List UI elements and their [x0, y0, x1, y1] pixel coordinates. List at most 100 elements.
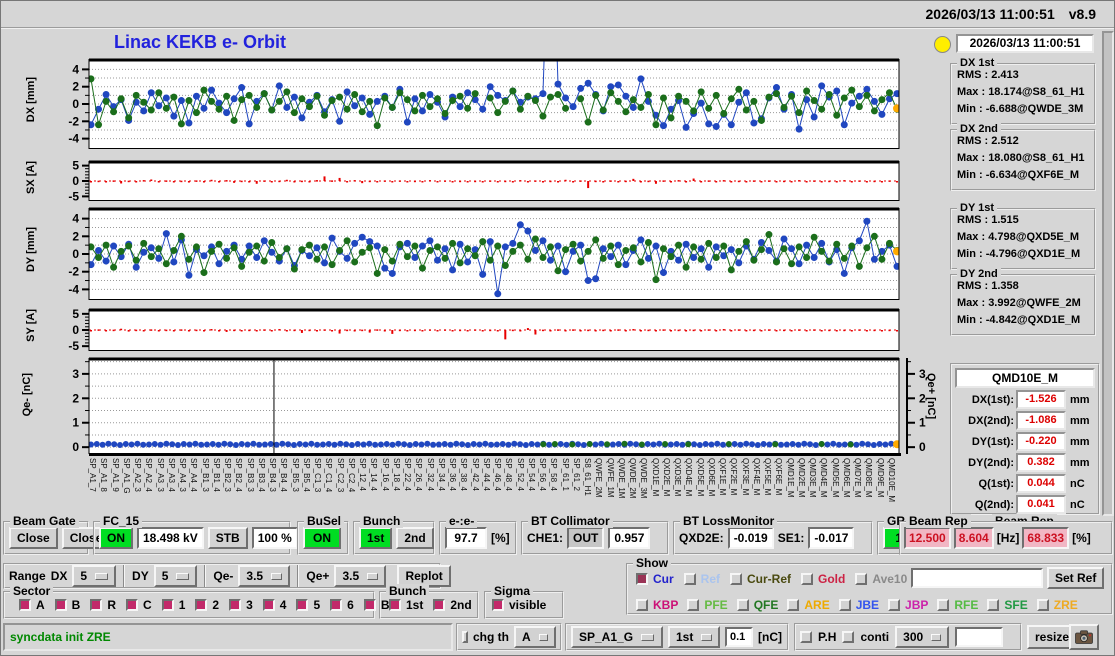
- reference-entry[interactable]: [911, 568, 1043, 588]
- bpm-label-S8_61_H1: S8_61_H1: [583, 458, 592, 496]
- show-label-Cur: Cur: [653, 572, 674, 586]
- show-item-Cur[interactable]: Cur: [636, 572, 674, 586]
- range-dx-dropdown[interactable]: 5: [72, 565, 117, 587]
- show-checkbox-Cur[interactable]: [636, 573, 648, 585]
- vertical-scrollbar[interactable]: [1102, 31, 1114, 516]
- sigma-label-visible: visible: [509, 598, 547, 612]
- set-ref-button[interactable]: Set Ref: [1047, 567, 1105, 589]
- selected-monitor-name[interactable]: QMD10E_M: [955, 368, 1095, 388]
- sigma-item-visible[interactable]: visible: [492, 598, 546, 612]
- show-checkbox-PFE[interactable]: [687, 599, 700, 611]
- bpm-label-QWFE_2M: QWFE_2M: [594, 458, 604, 498]
- bunch-dropdown[interactable]: 1st: [668, 626, 720, 648]
- busel-on-button[interactable]: ON: [303, 527, 341, 549]
- sector-checkbox-R[interactable]: [90, 599, 103, 611]
- bpm-label-QXD5E_M: QXD5E_M: [695, 458, 705, 497]
- rms-label: RMS :: [957, 214, 989, 226]
- bpm-label-SP_A2_3: SP_A2_3: [133, 458, 142, 492]
- show-row-2: KBP PFE QFE ARE JBE JBP RFE SFE ZRE: [628, 589, 1111, 615]
- show-checkbox-QFE[interactable]: [736, 599, 749, 611]
- sector-item-R[interactable]: R: [90, 598, 116, 612]
- conti-checkbox[interactable]: [842, 631, 855, 643]
- show-label-Gold: Gold: [818, 572, 846, 586]
- mode-dropdown[interactable]: A: [514, 626, 556, 648]
- show-item-Cur-Ref[interactable]: Cur-Ref: [730, 572, 791, 586]
- show-checkbox-Ref[interactable]: [683, 573, 696, 585]
- show-item-SFE[interactable]: SFE: [987, 598, 1028, 612]
- show-item-Ref[interactable]: Ref: [683, 572, 720, 586]
- che1-state-display: OUT: [567, 527, 605, 549]
- show-item-Gold[interactable]: Gold: [801, 572, 845, 586]
- sector-item-B[interactable]: B: [54, 598, 80, 612]
- range-qem-dropdown[interactable]: 3.5: [238, 565, 291, 587]
- ph-checkbox[interactable]: [800, 631, 812, 643]
- separator: [123, 565, 126, 587]
- sector-checkbox-B[interactable]: [54, 599, 67, 611]
- show-checkbox-RFE[interactable]: [937, 599, 950, 611]
- aux-entry[interactable]: [955, 627, 1004, 647]
- bunch-item-2nd[interactable]: 2nd: [433, 598, 472, 612]
- bunch-1st-button[interactable]: 1st: [359, 527, 393, 549]
- sector-item-3[interactable]: 3: [229, 598, 253, 612]
- sector-checkbox-6[interactable]: [330, 599, 343, 611]
- range-qep-dropdown[interactable]: 3.5: [334, 565, 387, 587]
- range-dy-dropdown[interactable]: 5: [153, 565, 198, 587]
- monitor-dropdown[interactable]: SP_A1_G: [571, 626, 663, 648]
- show-checkbox-Cur-Ref[interactable]: [730, 573, 743, 585]
- sector-checkbox-BT[interactable]: [363, 599, 376, 611]
- screenshot-button[interactable]: [1069, 624, 1099, 650]
- range-qem-label: Qe-: [213, 569, 234, 583]
- show-item-Ave10[interactable]: Ave10: [855, 572, 907, 586]
- sector-item-C[interactable]: C: [126, 598, 152, 612]
- bpm-label-QXD2E_M: QXD2E_M: [661, 458, 671, 497]
- threshold-entry[interactable]: 0.1: [725, 627, 753, 647]
- show-checkbox-JBP[interactable]: [888, 599, 901, 611]
- sector-checkbox-3[interactable]: [229, 599, 242, 611]
- bunch-checkbox-1st[interactable]: [389, 599, 401, 611]
- sector-checkbox-A[interactable]: [19, 599, 31, 611]
- fc15-on-button[interactable]: ON: [99, 527, 133, 549]
- points-dropdown[interactable]: 300: [895, 626, 950, 648]
- show-checkbox-SFE[interactable]: [987, 599, 1000, 611]
- show-item-QFE[interactable]: QFE: [736, 598, 778, 612]
- sector-checkbox-1[interactable]: [161, 599, 174, 611]
- show-item-RFE[interactable]: RFE: [937, 598, 978, 612]
- show-item-JBE[interactable]: JBE: [838, 598, 879, 612]
- show-checkbox-ARE[interactable]: [787, 599, 800, 611]
- max-value: 3.992@QWFE_2M: [988, 297, 1081, 309]
- bpm-label-QWDE_1M: QWDE_1M: [616, 458, 626, 499]
- svg-text:4: 4: [72, 62, 79, 76]
- dropdown-indicator-icon: [95, 572, 109, 580]
- sector-item-4[interactable]: 4: [262, 598, 286, 612]
- show-item-ARE[interactable]: ARE: [787, 598, 830, 612]
- bunch-item-1st[interactable]: 1st: [389, 598, 423, 612]
- sector-item-6[interactable]: 6: [330, 598, 354, 612]
- bpm-label-SP_42_4: SP_42_4: [470, 458, 480, 491]
- sector-item-2[interactable]: 2: [195, 598, 219, 612]
- min-label: Min :: [957, 314, 983, 326]
- show-checkbox-KBP[interactable]: [636, 599, 648, 611]
- show-checkbox-Gold[interactable]: [801, 573, 814, 585]
- sector-item-5[interactable]: 5: [296, 598, 320, 612]
- qmd-row-unit: mm: [1070, 456, 1090, 469]
- sector-checkbox-C[interactable]: [126, 599, 139, 611]
- sigma-checkbox-visible[interactable]: [492, 599, 504, 611]
- show-item-ZRE[interactable]: ZRE: [1036, 598, 1078, 612]
- show-item-JBP[interactable]: JBP: [888, 598, 928, 612]
- bunch-checkbox-2nd[interactable]: [433, 599, 446, 611]
- show-checkbox-ZRE[interactable]: [1036, 599, 1049, 611]
- sector-item-1[interactable]: 1: [161, 598, 185, 612]
- show-checkbox-JBE[interactable]: [838, 599, 851, 611]
- bt-lossmonitor-group: BT LossMonitor QXD2E: -0.019 SE1: -0.017: [673, 514, 873, 555]
- show-checkbox-Ave10[interactable]: [855, 573, 868, 585]
- show-item-KBP[interactable]: KBP: [636, 598, 678, 612]
- fc15-stb-button[interactable]: STB: [207, 527, 248, 549]
- bunch-2nd-button[interactable]: 2nd: [396, 527, 434, 549]
- show-item-PFE[interactable]: PFE: [687, 598, 728, 612]
- sector-checkbox-4[interactable]: [262, 599, 275, 611]
- beam-gate-close-button-1[interactable]: Close: [9, 527, 58, 549]
- sector-checkbox-5[interactable]: [296, 599, 309, 611]
- sector-item-A[interactable]: A: [19, 598, 45, 612]
- sector-checkbox-2[interactable]: [195, 599, 208, 611]
- chg-th-checkbox[interactable]: [462, 631, 468, 643]
